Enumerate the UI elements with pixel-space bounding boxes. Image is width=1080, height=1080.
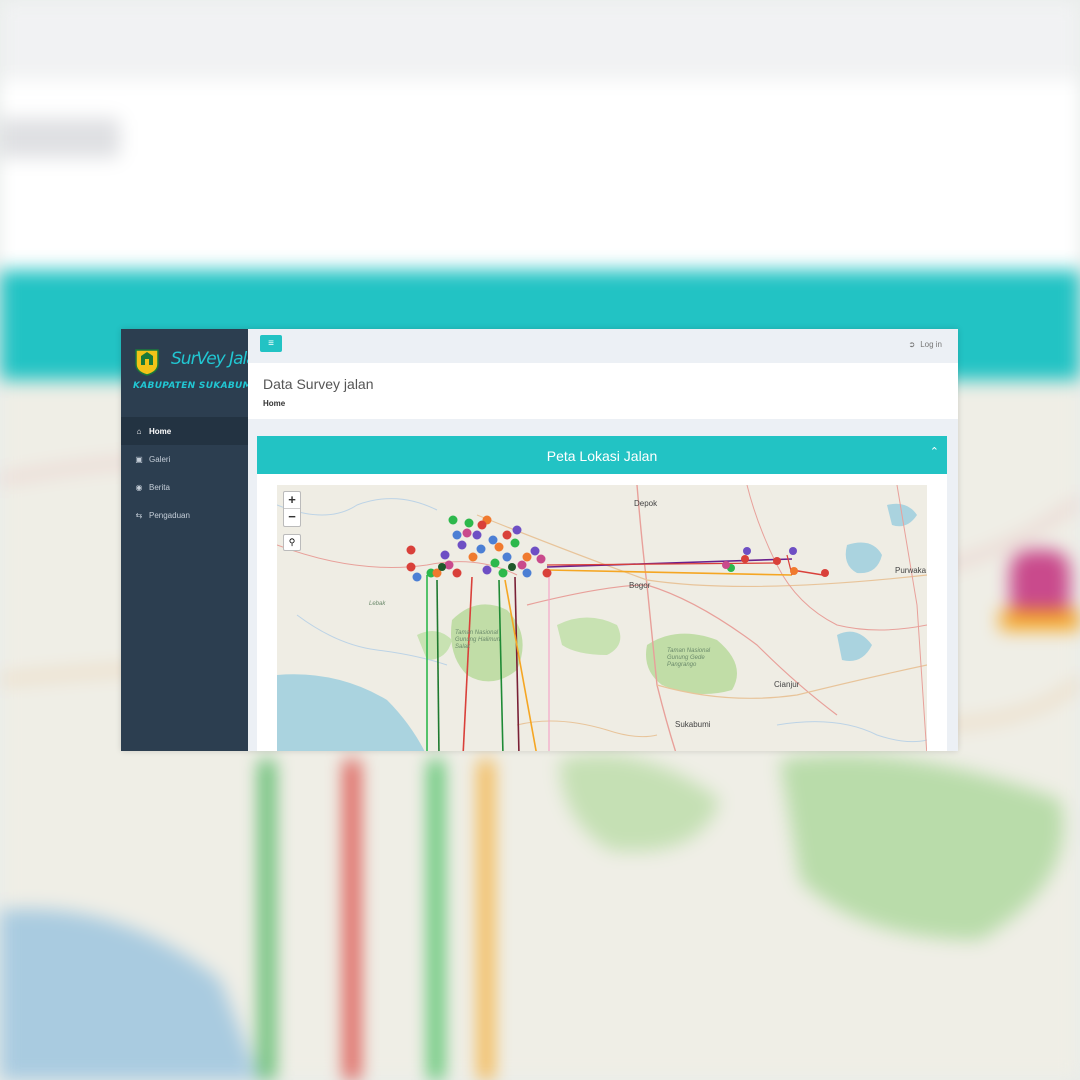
menu-icon: ≡ xyxy=(268,338,274,349)
sign-in-icon: ➲ xyxy=(908,340,916,349)
app-window: SurVey Jalan KABUPATEN SUKABUMI ⌂ Home ▣… xyxy=(121,329,958,751)
green-area xyxy=(557,617,621,655)
green-area xyxy=(417,631,452,660)
login-link[interactable]: ➲ Log in xyxy=(909,340,943,349)
zoom-in-button[interactable]: + xyxy=(284,492,300,509)
camera-icon: ▣ xyxy=(135,454,143,464)
sidebar: SurVey Jalan KABUPATEN SUKABUMI ⌂ Home ▣… xyxy=(121,329,266,751)
backdrop-title-ghost xyxy=(0,118,120,158)
sidebar-item-label: Pengaduan xyxy=(149,510,190,520)
app-logo[interactable]: SurVey Jalan KABUPATEN SUKABUMI xyxy=(129,343,266,397)
place-label-lebak: Lebak xyxy=(369,601,386,607)
place-label-purwakarta: Purwaka xyxy=(895,566,927,575)
eye-icon: ◉ xyxy=(135,482,143,492)
sidebar-item-home[interactable]: ⌂ Home xyxy=(121,417,248,445)
lake xyxy=(845,542,882,574)
exchange-icon: ⇆ xyxy=(135,510,143,520)
road-survey-map[interactable]: + − ⚲ Depok Bogor Purwaka Cianjur Sukabu… xyxy=(277,485,927,751)
sidebar-nav: ⌂ Home ▣ Galeri ◉ Berita ⇆ Pengaduan xyxy=(121,417,248,529)
map-box-title: Peta Lokasi Jalan xyxy=(546,448,658,464)
sidebar-toggle-button[interactable]: ≡ xyxy=(260,335,282,352)
content-header: Data Survey jalan Home xyxy=(248,363,958,419)
chevron-up-icon[interactable]: ⌃ xyxy=(930,445,939,458)
sidebar-item-label: Galeri xyxy=(149,454,171,464)
map-box: Peta Lokasi Jalan ⌃ + − ⚲ Depok Bogor Pu… xyxy=(257,436,947,751)
kabupaten-emblem-icon xyxy=(135,349,159,376)
place-label-park-gede: Taman Nasional Gunung Gede Pangrango xyxy=(667,648,711,668)
sidebar-item-label: Berita xyxy=(149,482,170,492)
sea-area xyxy=(277,674,425,751)
top-navbar: ≡ ➲ Log in xyxy=(248,329,958,363)
map-tiles xyxy=(277,485,927,751)
search-icon[interactable]: ⚲ xyxy=(283,534,301,551)
lake xyxy=(837,631,872,661)
sidebar-item-pengaduan[interactable]: ⇆ Pengaduan xyxy=(121,501,248,529)
home-icon: ⌂ xyxy=(136,426,142,436)
place-label-bogor: Bogor xyxy=(629,581,651,590)
logo-subtitle: KABUPATEN SUKABUMI xyxy=(133,381,256,391)
breadcrumb[interactable]: Home xyxy=(263,399,285,408)
sidebar-item-label: Home xyxy=(149,426,172,436)
place-label-sukabumi: Sukabumi xyxy=(675,720,711,729)
zoom-out-button[interactable]: − xyxy=(284,509,300,526)
map-box-header: Peta Lokasi Jalan ⌃ xyxy=(257,436,947,474)
backdrop-header xyxy=(0,80,1080,270)
zoom-control: + − xyxy=(283,491,301,527)
backdrop-topbar xyxy=(0,0,1080,80)
place-label-cianjur: Cianjur xyxy=(774,680,800,689)
login-label: Log in xyxy=(920,340,942,349)
page-title: Data Survey jalan xyxy=(263,376,374,392)
sidebar-item-galeri[interactable]: ▣ Galeri xyxy=(121,445,248,473)
place-label-park-halimun: Taman Nasional Gunung Halimun Salak xyxy=(455,630,501,650)
place-label-depok: Depok xyxy=(634,499,658,508)
sidebar-item-berita[interactable]: ◉ Berita xyxy=(121,473,248,501)
